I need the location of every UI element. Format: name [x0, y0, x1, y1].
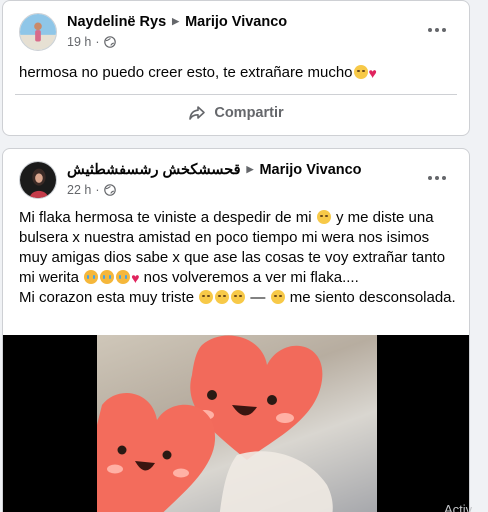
post-card-2: قحسشکخش رشسفشطثيش ▶ Marijo Vivanco 22 h · …: [2, 148, 470, 512]
target-name[interactable]: Marijo Vivanco: [185, 14, 287, 30]
pensive-emoji: [215, 290, 230, 304]
author-line: Naydelinë Rys ▶ Marijo Vivanco: [67, 14, 287, 30]
author-line: قحسشکخش رشسفشطثيش ▶ Marijo Vivanco: [67, 162, 362, 178]
post-text: Mi flaka hermosa te viniste a despedir d…: [19, 209, 456, 306]
post-video[interactable]: [3, 335, 469, 512]
video-frame[interactable]: [97, 335, 377, 512]
crying-emoji: [84, 270, 99, 284]
pensive-emoji: [231, 290, 246, 304]
timestamp[interactable]: 22 h: [67, 183, 91, 197]
post-meta: 22 h ·: [67, 183, 116, 197]
author-name[interactable]: Naydelinë Rys: [67, 14, 166, 30]
share-button[interactable]: Compartir: [15, 98, 457, 128]
arrow-icon: ▶: [172, 16, 180, 26]
pensive-emoji: [353, 65, 368, 79]
author-avatar[interactable]: [19, 13, 57, 51]
pensive-emoji: [199, 290, 214, 304]
more-options-button[interactable]: [419, 165, 455, 191]
globe-icon: [103, 36, 116, 48]
crying-emoji: [100, 270, 115, 284]
crying-emoji: [116, 270, 131, 284]
globe-icon: [103, 184, 116, 196]
broken-heart-emoji: ♥: [131, 270, 140, 286]
activation-watermark: Activ: [444, 502, 473, 512]
persevering-emoji: [270, 290, 285, 304]
post-meta: 19 h ·: [67, 35, 116, 49]
more-options-button[interactable]: [419, 17, 455, 43]
post-text: hermosa no puedo creer esto, te extrañar…: [19, 64, 377, 81]
post-card-1: Naydelinë Rys ▶ Marijo Vivanco 19 h · herm…: [2, 0, 470, 136]
broken-heart-emoji: ♥: [368, 65, 377, 81]
share-icon: [189, 106, 206, 120]
heart-face-sticker: [97, 335, 333, 512]
avatar-image: [20, 162, 56, 198]
avatar-image: [20, 14, 56, 50]
pensive-emoji: [316, 210, 331, 224]
arrow-icon: ▶: [246, 164, 254, 174]
target-name[interactable]: Marijo Vivanco: [259, 162, 361, 178]
author-avatar[interactable]: [19, 161, 57, 199]
divider: [15, 94, 457, 95]
author-name[interactable]: قحسشکخش رشسفشطثيش: [67, 162, 241, 178]
timestamp[interactable]: 19 h: [67, 35, 91, 49]
